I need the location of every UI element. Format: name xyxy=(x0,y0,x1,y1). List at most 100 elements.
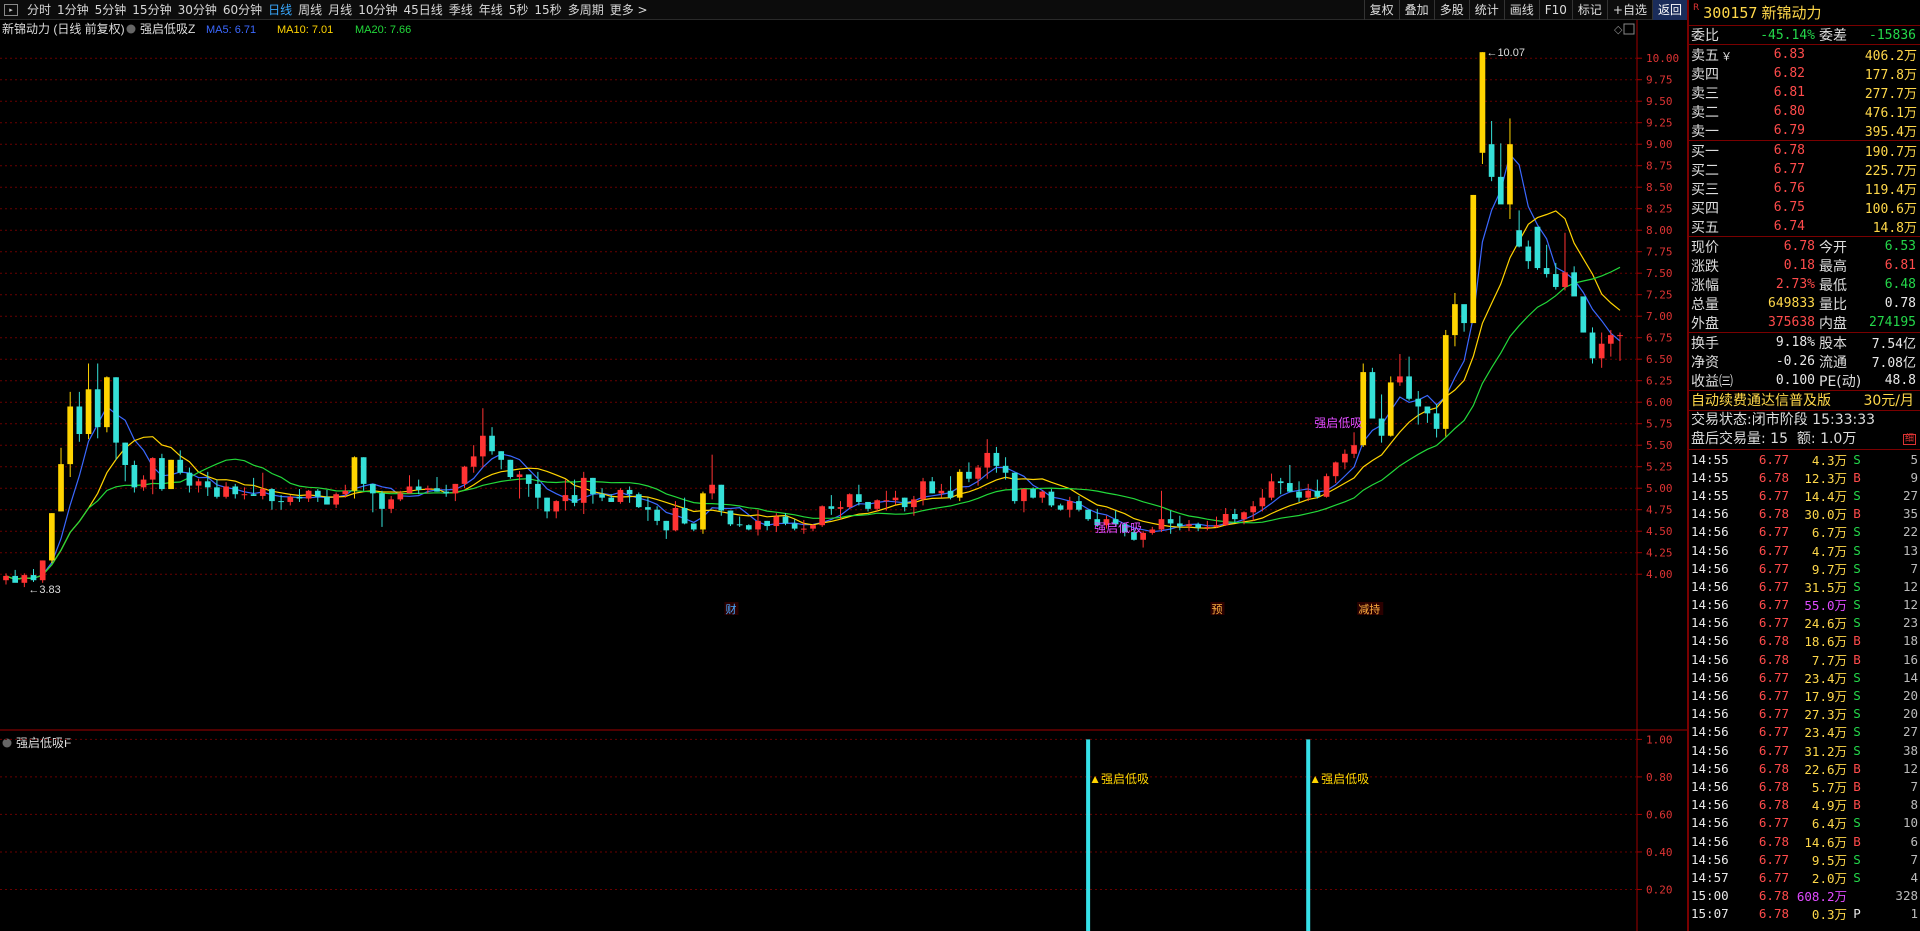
candle xyxy=(1378,394,1385,443)
tick-count: 9 xyxy=(1910,469,1918,485)
action-button[interactable]: 画线 xyxy=(1503,0,1539,20)
period-tab[interactable]: 60分钟 xyxy=(220,1,265,18)
period-tab[interactable]: 5分钟 xyxy=(92,1,130,18)
period-tab[interactable]: 10分钟 xyxy=(355,1,400,18)
fund-value: 0.100 xyxy=(1775,373,1815,388)
candle-body xyxy=(1598,343,1605,359)
ma-line-1 xyxy=(5,153,1621,581)
tick-volume: 6.7万 xyxy=(1811,525,1847,541)
period-tab[interactable]: 45日线 xyxy=(400,1,445,18)
period-tab[interactable]: 15分钟 xyxy=(129,1,174,18)
candle xyxy=(1332,461,1339,484)
tick-volume: 6.4万 xyxy=(1811,816,1847,832)
action-button[interactable]: 多股 xyxy=(1433,0,1469,20)
tick-price: 6.78 xyxy=(1758,633,1789,649)
tick-detail-icon[interactable]: 细 xyxy=(1902,434,1916,445)
candle-body xyxy=(406,486,413,494)
order-level-label: 卖四 xyxy=(1691,66,1719,83)
y-tick-label: 4.50 xyxy=(1646,525,1673,538)
candle-body xyxy=(608,497,615,502)
candle xyxy=(1552,262,1559,290)
candle-body xyxy=(553,501,560,512)
panel-toggle-icon[interactable]: ▸ xyxy=(4,3,18,16)
y-tick-label: 8.00 xyxy=(1646,224,1673,237)
period-tab[interactable]: 年线 xyxy=(476,1,506,18)
candle-body xyxy=(443,491,450,494)
action-button[interactable]: 叠加 xyxy=(1398,0,1434,20)
y-tick-label: 6.25 xyxy=(1646,375,1673,388)
period-tab[interactable]: 季线 xyxy=(446,1,476,18)
candle xyxy=(269,488,275,510)
tick-time: 14:56 xyxy=(1691,688,1729,704)
period-tab[interactable]: 日线 xyxy=(265,1,295,18)
candle xyxy=(828,495,835,515)
action-button[interactable]: F10 xyxy=(1538,0,1572,20)
candle-body xyxy=(810,525,816,529)
tick-count: 18 xyxy=(1902,633,1918,649)
candle-body xyxy=(663,520,670,531)
tick-row: 14:56 6.78 30.0万 B 35 xyxy=(1689,505,1920,523)
candle-body xyxy=(1167,519,1174,524)
action-button[interactable]: 复权 xyxy=(1363,0,1399,20)
candle-body xyxy=(617,489,624,502)
candle xyxy=(470,445,477,473)
period-tab[interactable]: 30分钟 xyxy=(175,1,220,18)
tick-time: 14:56 xyxy=(1691,597,1729,613)
y-tick-label: 6.00 xyxy=(1646,396,1673,409)
candle-body xyxy=(49,513,55,561)
candle-body xyxy=(131,464,138,488)
y-tick-label: 8.50 xyxy=(1646,181,1673,194)
sub-y-tick-label: 0.60 xyxy=(1646,808,1673,821)
candle xyxy=(489,427,495,455)
candle-body xyxy=(865,501,871,509)
period-tab[interactable]: 多周期 xyxy=(565,1,607,18)
quote-value: 375638 xyxy=(1768,315,1815,330)
candle xyxy=(1369,367,1376,419)
tick-row: 14:56 6.78 5.7万 B 7 xyxy=(1689,777,1920,795)
candle-body xyxy=(846,494,853,508)
sell-order-row: 卖四 6.82 177.8万 xyxy=(1689,64,1920,83)
candle xyxy=(782,513,789,526)
period-tab[interactable]: 15秒 xyxy=(531,1,564,18)
action-button[interactable]: 返回 xyxy=(1651,0,1687,20)
tick-price: 6.78 xyxy=(1758,651,1789,667)
y-tick-label: 8.25 xyxy=(1646,203,1673,216)
tick-time: 14:55 xyxy=(1691,469,1729,485)
candle-body xyxy=(984,452,991,468)
candle xyxy=(1076,495,1082,512)
period-tab[interactable]: 周线 xyxy=(295,1,325,18)
candle-body xyxy=(1488,144,1495,177)
quote-label: 量比 xyxy=(1819,296,1847,313)
action-button[interactable]: 统计 xyxy=(1468,0,1504,20)
candle-body xyxy=(1241,512,1247,520)
candle-body xyxy=(672,507,679,531)
period-tab[interactable]: 分时 xyxy=(24,1,54,18)
period-toolbar: ▸ 分时 1分钟 5分钟 15分钟 30分钟 60分钟 日线 周线 月线 10分钟 45日线 季线 年线… xyxy=(0,0,1687,20)
candle-body xyxy=(516,474,523,478)
candle xyxy=(1497,143,1504,205)
stock-header: R 300157 新锦动力 xyxy=(1689,0,1920,26)
period-tab[interactable]: 更多 > xyxy=(607,1,651,18)
order-level-label: 买二 xyxy=(1691,162,1719,179)
action-button[interactable]: 标记 xyxy=(1571,0,1607,20)
candle-body xyxy=(296,496,303,499)
y-tick-label: 5.25 xyxy=(1646,461,1673,474)
candle xyxy=(1287,464,1293,493)
candle xyxy=(443,484,450,497)
ad-text: 自动续费通达信普及版 xyxy=(1691,393,1831,409)
action-button[interactable]: +自选 xyxy=(1606,0,1652,20)
period-tab[interactable]: 1分钟 xyxy=(54,1,92,18)
candle-body xyxy=(654,509,660,521)
period-tab[interactable]: 5秒 xyxy=(506,1,532,18)
tick-price: 6.77 xyxy=(1758,815,1789,831)
subscription-ad[interactable]: 自动续费通达信普及版 30元/月 xyxy=(1689,391,1920,411)
candle xyxy=(727,510,734,527)
tick-time: 14:55 xyxy=(1691,451,1729,467)
period-tab[interactable]: 月线 xyxy=(325,1,355,18)
tick-side: B xyxy=(1853,506,1861,522)
candle xyxy=(195,478,202,493)
candle xyxy=(745,524,752,531)
tick-price: 6.78 xyxy=(1758,778,1789,794)
tick-side: P xyxy=(1853,906,1861,922)
tick-count: 7 xyxy=(1910,851,1918,867)
